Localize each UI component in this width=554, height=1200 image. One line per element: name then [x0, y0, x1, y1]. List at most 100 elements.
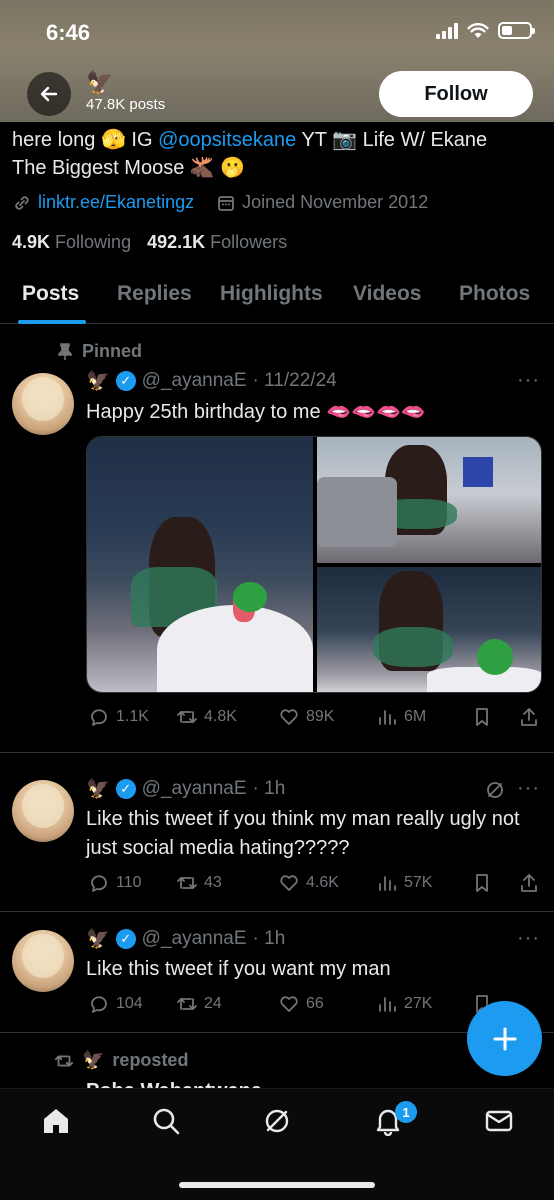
active-tab-indicator [18, 320, 86, 324]
views-button[interactable]: 6M [376, 706, 426, 728]
back-arrow-icon [40, 86, 58, 102]
tweet-header: 🦅 ✓ @_ayannaE · 11/22/24 [86, 369, 337, 393]
heart-icon [280, 709, 298, 725]
follow-button[interactable]: Follow [379, 71, 533, 117]
following-link[interactable]: 4.9K Following [12, 232, 131, 253]
tweet-time[interactable]: · 1h [253, 928, 286, 950]
reply-count: 1.1K [116, 708, 149, 725]
wifi-icon [467, 22, 489, 38]
reply-icon [91, 875, 107, 892]
repost-button[interactable]: 43 [176, 872, 222, 894]
views-count: 27K [404, 995, 433, 1012]
nav-home[interactable] [40, 1105, 72, 1137]
share-icon [521, 708, 537, 726]
tweet-header: 🦅 ✓ @_ayannaE · 1h [86, 777, 285, 801]
like-button[interactable]: 66 [278, 993, 324, 1015]
tweet-photo[interactable] [317, 437, 541, 563]
repost-icon [177, 998, 197, 1010]
header-posts-count: 47.8K posts [86, 96, 166, 113]
heart-icon [280, 996, 298, 1012]
share-button[interactable] [518, 706, 540, 728]
followers-link[interactable]: 492.1K Followers [147, 232, 287, 253]
more-options-icon[interactable]: ··· [517, 777, 540, 800]
plus-icon [493, 1027, 516, 1050]
reply-button[interactable]: 104 [88, 993, 143, 1015]
compose-button[interactable] [467, 1001, 542, 1076]
reposted-label: reposted [112, 1050, 189, 1070]
verified-badge-icon: ✓ [115, 371, 136, 391]
grok-icon[interactable] [484, 779, 506, 801]
nav-messages[interactable] [483, 1105, 515, 1137]
like-count: 66 [306, 995, 324, 1012]
battery-icon [498, 22, 535, 39]
tweet-photo[interactable] [317, 567, 541, 692]
status-bar: 6:46 [0, 0, 554, 66]
tweet-time[interactable]: · 11/22/24 [253, 370, 337, 392]
more-options-icon[interactable]: ··· [517, 927, 540, 950]
more-options-icon[interactable]: ··· [517, 369, 540, 392]
tweet-actions: 1.1K 4.8K 89K 6M [88, 706, 538, 730]
tweet-time[interactable]: · 1h [253, 778, 286, 800]
signal-icon [436, 22, 458, 39]
author-name[interactable]: 🦅 [86, 927, 110, 951]
status-icons [436, 22, 535, 39]
views-count: 57K [404, 874, 433, 891]
bio-mention-link[interactable]: @oopsitsekane [158, 129, 296, 151]
repost-count: 24 [204, 995, 222, 1012]
mail-icon [485, 1110, 513, 1132]
views-button[interactable]: 57K [376, 872, 432, 894]
avatar[interactable] [12, 930, 74, 992]
author-handle[interactable]: @_ayannaE [142, 928, 247, 950]
like-button[interactable]: 4.6K [278, 872, 339, 894]
nav-search[interactable] [150, 1105, 182, 1137]
tweet-media-grid[interactable] [86, 436, 542, 693]
avatar[interactable] [12, 780, 74, 842]
repost-count: 4.8K [204, 708, 237, 725]
repost-icon [54, 1055, 74, 1066]
bio-text: here long 🫣 IG [12, 129, 159, 151]
tweet-photo[interactable] [87, 437, 313, 692]
reply-count: 104 [116, 995, 143, 1012]
profile-bio: here long 🫣 IG @oopsitsekane YT 📷 Life W… [12, 126, 542, 182]
pin-icon [58, 342, 72, 360]
bookmark-button[interactable] [471, 872, 493, 894]
like-button[interactable]: 89K [278, 706, 334, 728]
tab-replies[interactable]: Replies [117, 282, 192, 306]
tab-highlights[interactable]: Highlights [220, 282, 323, 306]
tweet-text: Like this tweet if you think my man real… [86, 808, 520, 859]
repost-indicator: 🦅 reposted [54, 1050, 188, 1071]
repost-button[interactable]: 4.8K [176, 706, 237, 728]
views-button[interactable]: 27K [376, 993, 432, 1015]
tab-posts[interactable]: Posts [22, 282, 79, 306]
tab-photos[interactable]: Photos [459, 282, 530, 306]
reply-button[interactable]: 1.1K [88, 706, 149, 728]
reply-button[interactable]: 110 [88, 872, 142, 894]
home-indicator [179, 1182, 375, 1188]
bookmark-button[interactable] [471, 706, 493, 728]
verified-badge-icon: ✓ [115, 779, 136, 799]
calendar-icon [218, 195, 234, 211]
joined-date: Joined November 2012 [242, 192, 429, 212]
author-handle[interactable]: @_ayannaE [142, 370, 247, 392]
back-button[interactable] [27, 72, 71, 116]
tweet-text: Happy 25th birthday to me 🫦🫦🫦🫦 [86, 401, 426, 423]
profile-meta: linktr.ee/Ekanetingz Joined November 201… [12, 192, 428, 213]
nav-grok[interactable] [261, 1105, 293, 1137]
bookmark-icon [476, 708, 488, 726]
tweet-actions: 104 24 66 27K [88, 993, 538, 1017]
author-name[interactable]: 🦅 [86, 777, 110, 801]
repost-button[interactable]: 24 [176, 993, 222, 1015]
avatar[interactable] [12, 373, 74, 435]
repost-count: 43 [204, 874, 222, 891]
notifications-badge: 1 [395, 1101, 417, 1123]
share-button[interactable] [518, 872, 540, 894]
tab-videos[interactable]: Videos [353, 282, 421, 306]
pinned-text: Pinned [82, 341, 143, 361]
profile-link[interactable]: linktr.ee/Ekanetingz [38, 192, 194, 213]
share-icon [521, 874, 537, 892]
search-icon [153, 1108, 180, 1135]
author-name[interactable]: 🦅 [86, 369, 110, 393]
tweet-actions: 110 43 4.6K 57K [88, 872, 538, 896]
author-handle[interactable]: @_ayannaE [142, 778, 247, 800]
link-icon [15, 195, 29, 210]
